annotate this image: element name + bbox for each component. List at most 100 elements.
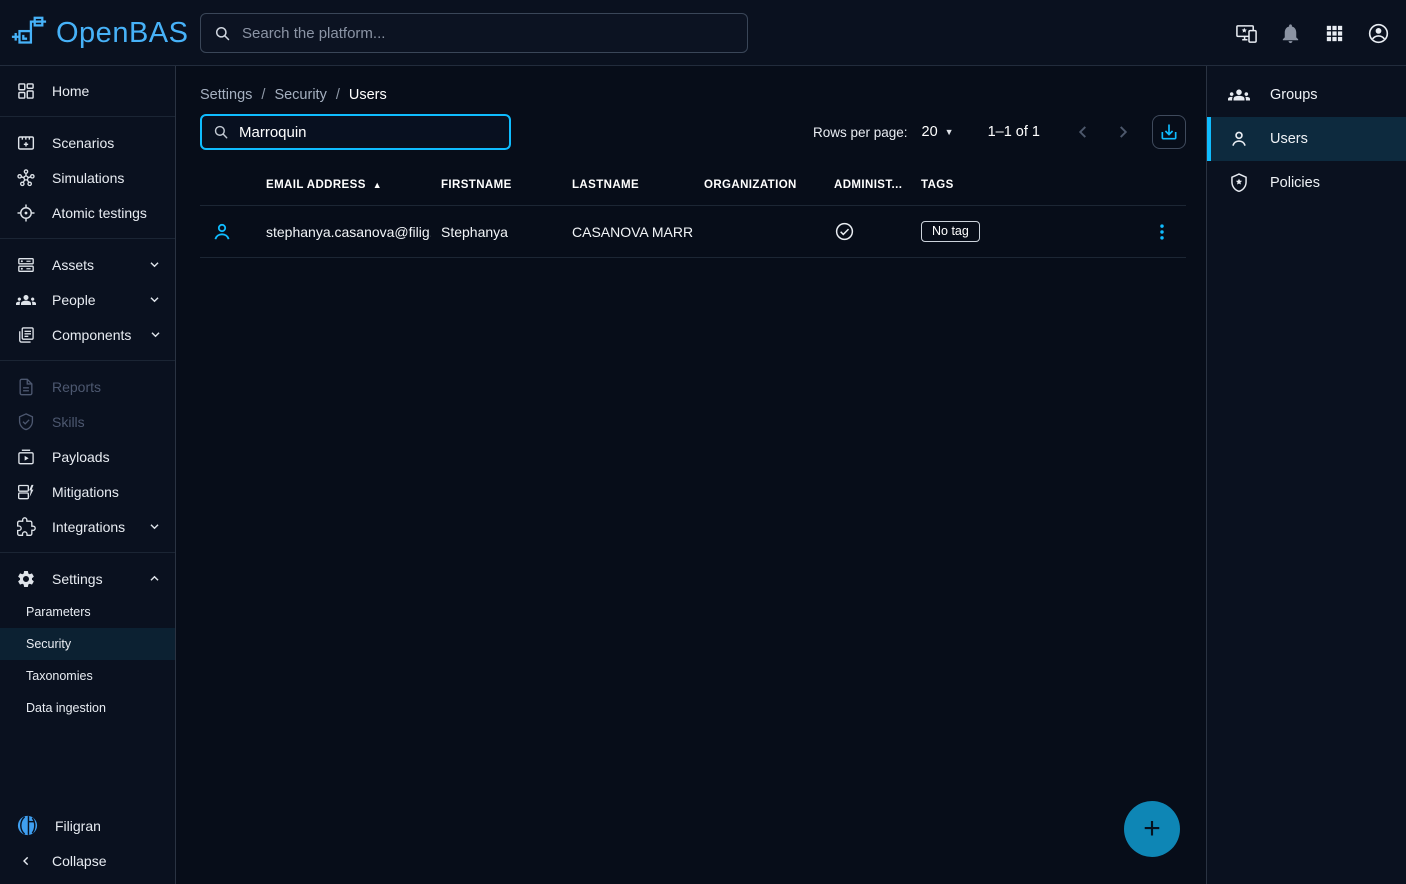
hub-icon <box>16 168 36 188</box>
chevron-down-icon <box>147 326 164 343</box>
collapse-label: Collapse <box>52 853 106 869</box>
export-button[interactable] <box>1152 115 1186 149</box>
filigran-brand-link[interactable]: Filigran <box>0 808 175 843</box>
add-user-fab[interactable]: + <box>1124 801 1180 857</box>
chevron-down-icon <box>146 291 163 308</box>
sidebar-item-skills[interactable]: Skills <box>0 404 175 439</box>
sidebar-item-payloads[interactable]: Payloads <box>0 439 175 474</box>
column-header-lastname[interactable]: LASTNAME <box>562 179 694 191</box>
sidebar-item-simulations[interactable]: Simulations <box>0 160 175 195</box>
column-header-tags[interactable]: TAGS <box>911 179 1138 191</box>
policy-shield-icon <box>1228 172 1250 194</box>
download-icon <box>1159 122 1179 142</box>
right-sidebar: Groups Users Policies <box>1206 66 1406 884</box>
next-page-button[interactable] <box>1108 117 1138 147</box>
app-logo[interactable]: OpenBAS <box>10 0 188 66</box>
search-icon <box>212 123 230 141</box>
filter-search-input[interactable] <box>239 124 499 141</box>
report-doc-icon <box>16 377 36 397</box>
column-label: LASTNAME <box>572 179 639 191</box>
dynamic-form-icon <box>16 482 36 502</box>
chevron-up-icon <box>146 570 163 587</box>
chevron-left-icon <box>1072 121 1094 143</box>
notifications-button[interactable] <box>1277 20 1304 47</box>
account-button[interactable] <box>1365 20 1392 47</box>
devices-star-icon <box>1235 22 1258 45</box>
shield-check-icon <box>16 412 36 432</box>
rows-per-page-select[interactable]: 20 ▼ <box>922 124 954 140</box>
sidebar-item-integrations[interactable]: Integrations <box>0 509 175 544</box>
breadcrumb-security[interactable]: Security <box>274 87 326 103</box>
sidebar-item-mitigations[interactable]: Mitigations <box>0 474 175 509</box>
target-icon <box>16 203 36 223</box>
sidebar-subitem-label: Taxonomies <box>26 669 93 683</box>
column-header-administrator[interactable]: ADMINIST... <box>824 179 911 191</box>
pagination-controls: Rows per page: 20 ▼ 1–1 of 1 <box>813 115 1186 149</box>
column-header-organization[interactable]: ORGANIZATION <box>694 179 824 191</box>
sidebar-item-reports[interactable]: Reports <box>0 369 175 404</box>
openbas-logo-icon <box>10 14 48 52</box>
tab-label: Users <box>1270 131 1308 147</box>
row-avatar-cell <box>200 220 256 244</box>
row-menu-button[interactable] <box>1151 221 1173 243</box>
groups-icon <box>1228 84 1250 106</box>
column-label: EMAIL ADDRESS <box>266 179 366 191</box>
breadcrumb-current: Users <box>349 87 387 103</box>
table-header: EMAIL ADDRESS ▲ FIRSTNAME LASTNAME ORGAN… <box>200 164 1186 206</box>
cell-administrator <box>824 221 911 242</box>
users-table: EMAIL ADDRESS ▲ FIRSTNAME LASTNAME ORGAN… <box>200 164 1186 258</box>
sidebar-item-label: Assets <box>52 257 94 273</box>
chevron-left-icon <box>18 853 34 869</box>
breadcrumb-separator: / <box>261 87 265 103</box>
global-search-input[interactable] <box>242 25 735 42</box>
groups-icon <box>16 290 36 310</box>
person-icon <box>1228 128 1250 150</box>
filigran-logo-icon <box>16 814 39 837</box>
topbar: OpenBAS <box>0 0 1406 66</box>
global-search[interactable] <box>200 13 748 53</box>
puzzle-icon <box>16 517 36 537</box>
sidebar-item-label: Integrations <box>52 519 125 535</box>
topbar-actions <box>1233 0 1392 66</box>
sidebar-item-label: Skills <box>52 414 85 430</box>
sidebar-subitem-data-ingestion[interactable]: Data ingestion <box>0 692 175 724</box>
collapse-sidebar-button[interactable]: Collapse <box>0 843 175 878</box>
column-header-firstname[interactable]: FIRSTNAME <box>431 179 562 191</box>
cell-lastname: CASANOVA MARR... <box>562 224 694 240</box>
sidebar-item-label: Settings <box>52 571 103 587</box>
tab-policies[interactable]: Policies <box>1207 161 1406 205</box>
tag-chip: No tag <box>921 221 980 242</box>
left-sidebar: Home Scenarios Simulations Atomic testin… <box>0 66 176 884</box>
column-label: ADMINIST... <box>834 179 902 191</box>
sidebar-item-atomic-testings[interactable]: Atomic testings <box>0 195 175 230</box>
cell-tags: No tag <box>911 221 1138 242</box>
tab-groups[interactable]: Groups <box>1207 73 1406 117</box>
rows-per-page-value: 20 <box>922 124 938 140</box>
filter-search-field[interactable] <box>200 114 511 150</box>
column-label: TAGS <box>921 179 954 191</box>
sidebar-item-settings[interactable]: Settings <box>0 561 175 596</box>
cell-firstname: Stephanya <box>431 224 562 240</box>
column-label: ORGANIZATION <box>704 179 797 191</box>
sidebar-item-assets[interactable]: Assets <box>0 247 175 282</box>
tab-users[interactable]: Users <box>1207 117 1406 161</box>
cell-email: stephanya.casanova@filig... <box>256 224 431 240</box>
sidebar-item-scenarios[interactable]: Scenarios <box>0 125 175 160</box>
list-toolbar: Rows per page: 20 ▼ 1–1 of 1 <box>200 114 1186 150</box>
sidebar-item-label: People <box>52 292 96 308</box>
chevron-down-icon <box>146 256 163 273</box>
previous-page-button[interactable] <box>1068 117 1098 147</box>
sidebar-subitem-security[interactable]: Security <box>0 628 175 660</box>
search-icon <box>213 24 232 43</box>
sidebar-subitem-label: Security <box>26 637 71 651</box>
sidebar-subitem-parameters[interactable]: Parameters <box>0 596 175 628</box>
sidebar-item-components[interactable]: Components <box>0 317 175 352</box>
breadcrumb-settings[interactable]: Settings <box>200 87 252 103</box>
agents-devices-button[interactable] <box>1233 20 1260 47</box>
apps-button[interactable] <box>1321 20 1348 47</box>
sidebar-subitem-taxonomies[interactable]: Taxonomies <box>0 660 175 692</box>
column-header-email[interactable]: EMAIL ADDRESS ▲ <box>256 179 431 191</box>
sidebar-item-home[interactable]: Home <box>0 73 175 108</box>
sidebar-item-people[interactable]: People <box>0 282 175 317</box>
table-row[interactable]: stephanya.casanova@filig... Stephanya CA… <box>200 206 1186 258</box>
